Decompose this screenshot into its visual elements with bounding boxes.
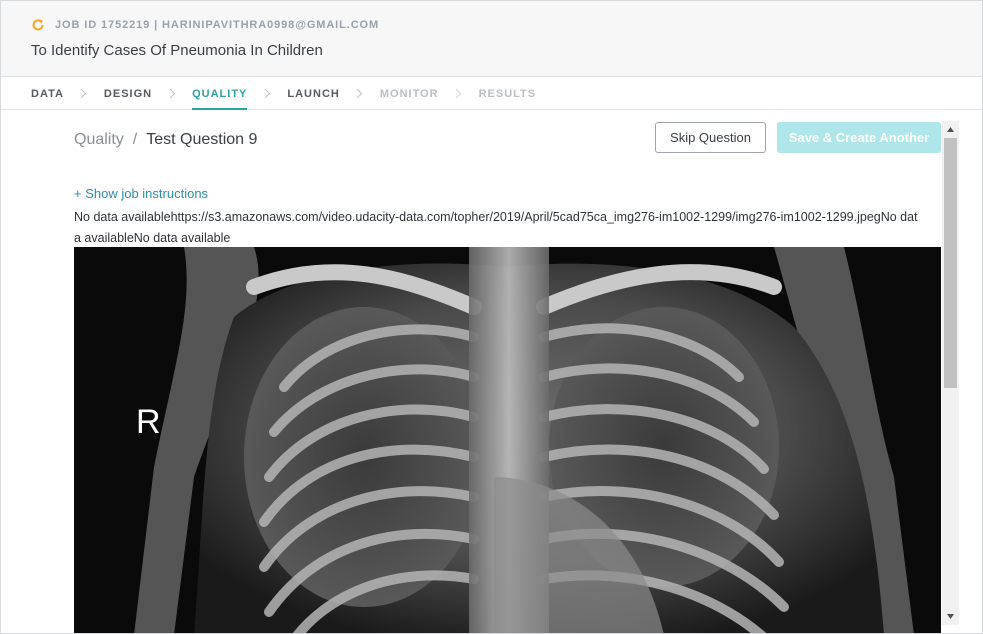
show-job-instructions-link[interactable]: + Show job instructions bbox=[74, 186, 208, 201]
steps-nav: DATA DESIGN QUALITY LAUNCH MONITOR RESUL… bbox=[1, 78, 982, 110]
save-create-another-button[interactable]: Save & Create Another bbox=[777, 122, 941, 153]
skip-question-button[interactable]: Skip Question bbox=[655, 122, 766, 153]
chevron-right-icon bbox=[340, 78, 380, 110]
scrollbar-thumb[interactable] bbox=[944, 138, 957, 388]
chevron-right-icon bbox=[152, 78, 192, 110]
chevron-right-icon bbox=[247, 78, 287, 110]
breadcrumb-separator: / bbox=[132, 131, 138, 148]
breadcrumb-quality-link[interactable]: Quality bbox=[74, 131, 124, 149]
xray-marker-label: R bbox=[136, 403, 161, 441]
job-title: To Identify Cases Of Pneumonia In Childr… bbox=[31, 42, 323, 59]
job-header: JOB ID 1752219 | HARINIPAVITHRA0998@GMAI… bbox=[1, 1, 982, 77]
step-monitor: MONITOR bbox=[379, 87, 439, 100]
refresh-icon[interactable] bbox=[31, 18, 45, 32]
scroll-up-arrow-icon[interactable] bbox=[942, 121, 959, 138]
job-meta: JOB ID 1752219 | HARINIPAVITHRA0998@GMAI… bbox=[31, 18, 379, 32]
step-launch[interactable]: LAUNCH bbox=[287, 78, 339, 110]
scrollbar[interactable] bbox=[942, 121, 959, 625]
main-content: Quality / Test Question 9 Skip Question … bbox=[1, 111, 941, 633]
chevron-right-icon bbox=[64, 78, 104, 110]
chest-xray-image: R bbox=[74, 247, 941, 633]
chevron-right-icon bbox=[439, 78, 479, 110]
step-results: RESULTS bbox=[478, 87, 537, 100]
job-id-email: JOB ID 1752219 | HARINIPAVITHRA0998@GMAI… bbox=[55, 19, 380, 31]
step-data[interactable]: DATA bbox=[31, 78, 64, 110]
step-quality[interactable]: QUALITY bbox=[192, 78, 248, 110]
scroll-down-arrow-icon[interactable] bbox=[942, 608, 959, 625]
step-design[interactable]: DESIGN bbox=[104, 78, 152, 110]
app-frame: JOB ID 1752219 | HARINIPAVITHRA0998@GMAI… bbox=[0, 0, 983, 634]
breadcrumb: Quality / Test Question 9 bbox=[74, 131, 257, 149]
page-title: Test Question 9 bbox=[146, 131, 258, 148]
question-data-text: No data availablehttps://s3.amazonaws.co… bbox=[74, 210, 918, 245]
